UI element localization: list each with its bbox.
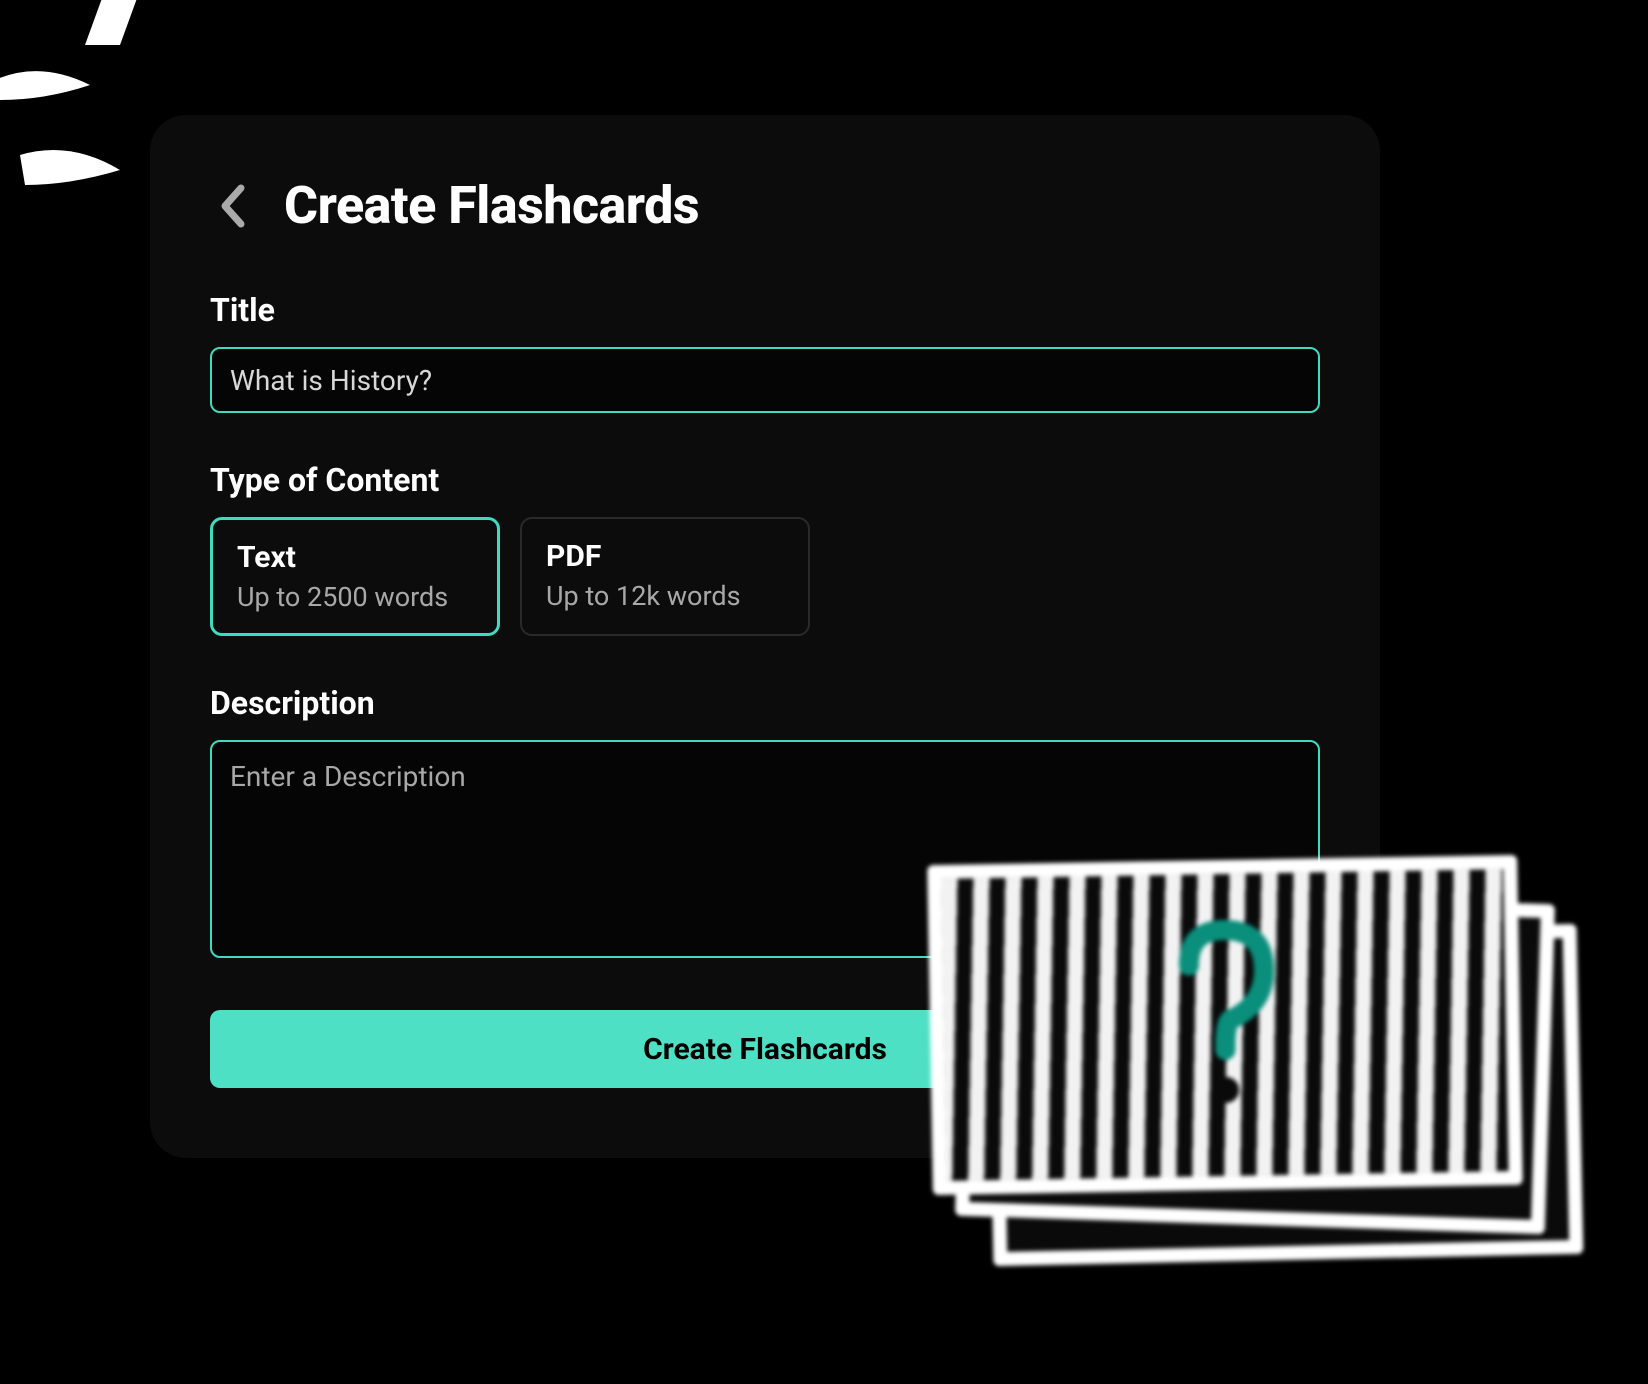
option-subtitle: Up to 2500 words <box>237 581 473 613</box>
chevron-left-icon <box>219 184 245 228</box>
content-type-label: Type of Content <box>210 461 1320 499</box>
page-title: Create Flashcards <box>284 175 699 236</box>
header-row: Create Flashcards <box>210 175 1320 236</box>
description-input[interactable] <box>210 740 1320 958</box>
content-type-text[interactable]: Text Up to 2500 words <box>210 517 500 636</box>
back-button[interactable] <box>210 184 254 228</box>
title-label: Title <box>210 291 1320 329</box>
create-flashcards-button[interactable]: Create Flashcards <box>210 1010 1320 1088</box>
create-flashcards-panel: Create Flashcards Title Type of Content … <box>150 115 1380 1158</box>
description-label: Description <box>210 684 1320 722</box>
option-title: PDF <box>546 539 784 574</box>
content-type-pdf[interactable]: PDF Up to 12k words <box>520 517 810 636</box>
title-input[interactable] <box>210 347 1320 413</box>
option-subtitle: Up to 12k words <box>546 580 784 612</box>
content-type-options: Text Up to 2500 words PDF Up to 12k word… <box>210 517 1320 636</box>
option-title: Text <box>237 540 473 575</box>
